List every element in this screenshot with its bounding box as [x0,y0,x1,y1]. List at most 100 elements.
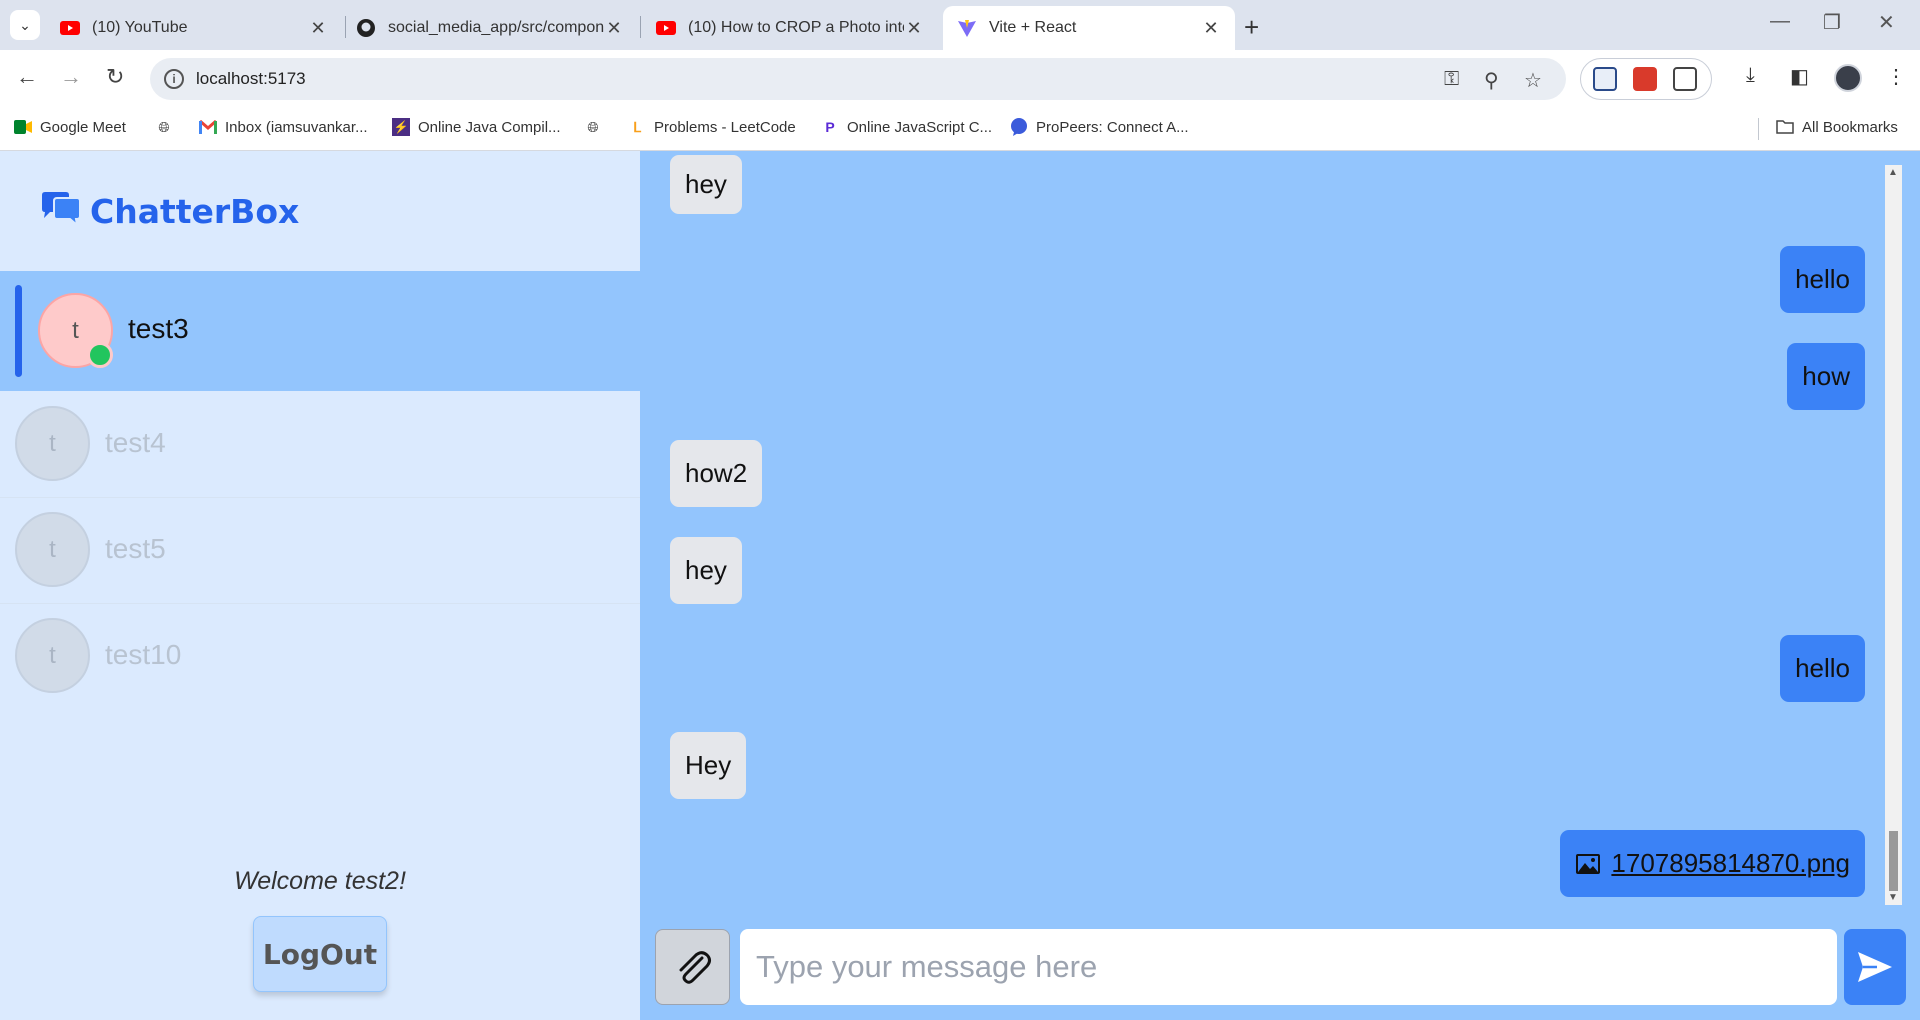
leetcode-icon: ᒪ [633,118,641,135]
bookmarks-divider [1758,118,1759,140]
logout-button[interactable]: LogOut [253,916,387,992]
avatar: t [15,406,90,481]
close-tab-icon[interactable]: ✕ [604,18,624,39]
gmail-icon [199,118,217,136]
side-panel-icon[interactable]: ◧ [1790,64,1809,89]
bookmark-star-icon[interactable]: ☆ [1524,68,1542,93]
globe-icon: 🌐︎ [587,118,599,135]
tab-vite-react[interactable]: Vite + React ✕ [943,6,1235,50]
java-compiler-icon: ⚡ [392,118,410,136]
tab-search-button[interactable]: ⌄ [10,10,40,40]
avatar: t [15,618,90,693]
tab-strip: ⌄ (10) YouTube ✕ social_media_app/src/co… [0,0,1920,50]
address-url[interactable]: localhost:5173 [196,69,306,89]
message-incoming: hey [670,155,742,214]
new-tab-button[interactable]: + [1244,12,1259,43]
github-icon [356,18,376,38]
contact-item-test4[interactable]: t test4 [0,391,640,497]
send-button[interactable] [1844,929,1906,1005]
brand-name: ChatterBox [90,191,300,231]
send-icon [1858,952,1892,982]
message-attachment[interactable]: 1707895814870.png [1560,830,1865,897]
message-incoming: Hey [670,732,747,799]
youtube-icon [60,18,80,38]
reload-icon[interactable]: ↻ [106,64,124,90]
youtube-icon [656,18,676,38]
chatterbox-app: ChatterBox t test3 t test4 t test5 t tes… [0,151,1920,1020]
puzzle-icon[interactable] [1673,67,1697,91]
chat-scrollbar[interactable]: ▲ ▼ [1885,165,1902,905]
bookmark-java-compiler[interactable]: ⚡ Online Java Compil... [392,118,561,136]
message-composer [640,921,1920,1020]
brand-header: ChatterBox [0,151,640,271]
profile-avatar[interactable] [1834,64,1862,92]
bookmark-javascript-compiler[interactable]: P Online JavaScript C... [821,118,992,136]
vite-icon [957,18,977,38]
contact-name: test5 [105,533,166,564]
bookmark-leetcode[interactable]: ᒪ Problems - LeetCode [628,118,796,136]
close-tab-icon[interactable]: ✕ [904,18,924,39]
browser-chrome: ⌄ (10) YouTube ✕ social_media_app/src/co… [0,0,1920,151]
tab-youtube-crop[interactable]: (10) How to CROP a Photo into ✕ [642,6,938,50]
browser-toolbar: ← → ↻ i localhost:5173 ⚿ ⚲ ☆ ⤓ ◧ ⋮ [0,50,1920,108]
google-meet-icon [14,118,32,136]
forward-icon[interactable]: → [60,64,82,90]
bookmark-globe[interactable]: 🌐︎ [155,118,181,136]
scroll-up-icon[interactable]: ▲ [1888,167,1898,178]
back-icon[interactable]: ← [16,64,38,90]
contact-item-test10[interactable]: t test10 [0,603,640,709]
chat-panel: hey hello how how2 hey hello Hey 1707895… [640,151,1920,1020]
javascript-compiler-icon: P [825,119,835,135]
folder-icon [1776,118,1794,136]
bookmark-google-meet[interactable]: Google Meet [14,118,126,136]
avatar: t [15,512,90,587]
message-input[interactable] [740,929,1837,1005]
extension-icon[interactable] [1633,67,1657,91]
tab-github[interactable]: social_media_app/src/compone ✕ [342,6,638,50]
close-tab-icon[interactable]: ✕ [1201,18,1221,39]
menu-icon[interactable]: ⋮ [1886,64,1906,89]
message-incoming: hey [670,537,742,604]
attachment-link[interactable]: 1707895814870.png [1611,848,1850,879]
tab-youtube[interactable]: (10) YouTube ✕ [46,6,342,50]
sidebar: ChatterBox t test3 t test4 t test5 t tes… [0,151,640,1020]
site-info-icon[interactable]: i [164,69,184,89]
bookmark-inbox[interactable]: Inbox (iamsuvankar... [199,118,368,136]
password-key-icon[interactable]: ⚿ [1444,68,1459,91]
image-icon [1576,853,1601,874]
paperclip-icon [679,951,711,984]
contact-name: test10 [105,639,182,670]
message-outgoing: hello [1780,246,1865,313]
address-bar[interactable]: i localhost:5173 ⚿ ⚲ ☆ [150,58,1566,100]
close-tab-icon[interactable]: ✕ [308,18,328,39]
contact-item-test5[interactable]: t test5 [0,497,640,603]
tab-title: (10) How to CROP a Photo into [688,19,904,36]
scroll-thumb[interactable] [1889,831,1898,891]
propeers-icon [1010,118,1028,136]
online-status-dot [87,342,113,368]
restore-icon[interactable]: ❐ [1823,10,1841,35]
bookmarks-bar: Google Meet 🌐︎ Inbox (iamsuvankar... ⚡ O… [0,108,1920,151]
active-indicator [15,285,22,377]
download-icon[interactable]: ⤓ [1746,64,1755,87]
all-bookmarks[interactable]: All Bookmarks [1776,118,1898,136]
zoom-icon[interactable]: ⚲ [1484,68,1499,93]
close-window-icon[interactable]: ✕ [1878,10,1895,35]
attach-button[interactable] [655,929,730,1005]
tab-title: social_media_app/src/compone [388,19,604,36]
welcome-text: Welcome test2! [234,867,406,895]
contact-item-test3[interactable]: t test3 [0,271,640,391]
bookmark-propeers[interactable]: ProPeers: Connect A... [1010,118,1189,136]
scroll-down-icon[interactable]: ▼ [1888,892,1898,903]
message-outgoing: how [1787,343,1865,410]
contact-name: test4 [105,427,166,458]
minimize-icon[interactable]: — [1770,10,1790,33]
avatar: t [38,293,113,368]
tab-divider [640,16,641,38]
bookmark-globe-2[interactable]: 🌐︎ [584,118,610,136]
extensions-group [1580,58,1712,100]
message-outgoing: hello [1780,635,1865,702]
extension-icon[interactable] [1593,67,1617,91]
contact-name: test3 [128,313,189,344]
tab-title: Vite + React [989,19,1077,36]
